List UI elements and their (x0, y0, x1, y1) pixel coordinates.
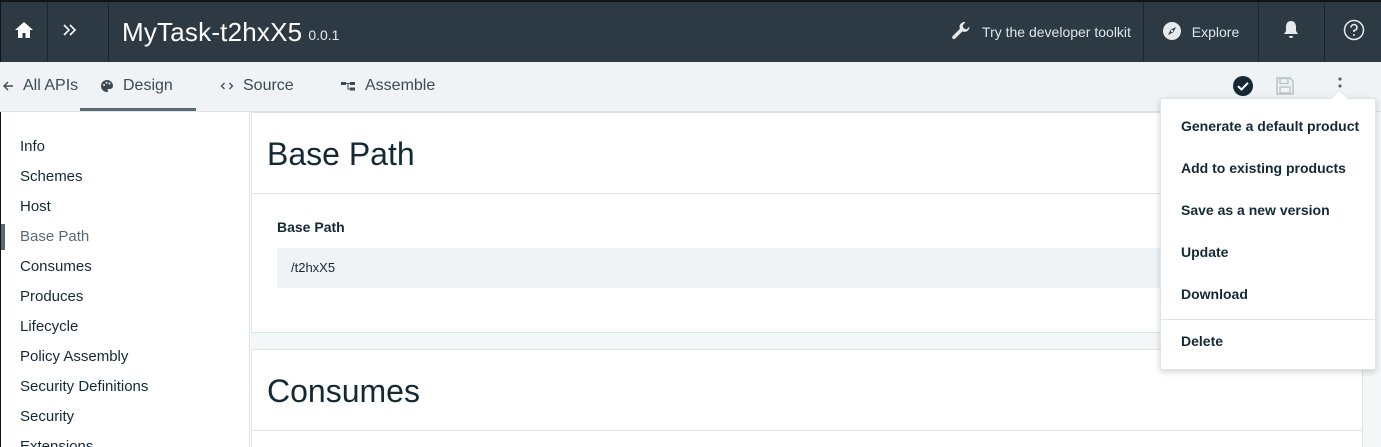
sidebar-item-label: Consumes (20, 258, 92, 275)
compass-icon (1162, 21, 1182, 44)
top-header: MyTask-t2hxX5 0.0.1 Try the developer to… (0, 0, 1381, 62)
menu-item-label: Save as a new version (1181, 202, 1330, 218)
sidebar-item-consumes[interactable]: Consumes (1, 252, 249, 282)
base-path-label: Base Path (277, 219, 345, 235)
bell-icon (1282, 20, 1300, 45)
menu-item-label: Download (1181, 286, 1248, 302)
menu-item-label: Add to existing products (1181, 160, 1346, 176)
sidebar-item-lifecycle[interactable]: Lifecycle (1, 312, 249, 342)
sidebar-item-label: Security Definitions (20, 378, 149, 395)
tab-design[interactable]: Design (80, 62, 196, 111)
home-button[interactable] (1, 2, 46, 62)
home-icon (14, 21, 34, 44)
notifications-button[interactable] (1259, 2, 1323, 62)
sidebar-item-label: Extensions (20, 438, 94, 447)
developer-toolkit-label: Try the developer toolkit (982, 24, 1131, 40)
sidebar-item-produces[interactable]: Produces (1, 282, 249, 312)
tab-source[interactable]: Source (220, 62, 294, 110)
save-button[interactable] (1273, 76, 1297, 100)
menu-item-delete[interactable]: Delete (1161, 320, 1375, 362)
tab-assemble[interactable]: Assemble (340, 62, 435, 110)
sidebar-item-label: Security (20, 408, 75, 425)
expand-nav-button[interactable] (48, 2, 92, 62)
menu-item-generate-default-product[interactable]: Generate a default product (1161, 105, 1375, 147)
tab-source-label: Source (243, 77, 294, 94)
sidebar-item-host[interactable]: Host (1, 192, 249, 222)
sidebar-item-base-path[interactable]: Base Path (1, 222, 249, 252)
palette-icon (100, 79, 114, 93)
code-icon (220, 80, 234, 92)
double-chevron-right-icon (62, 23, 78, 42)
sidebar-item-policy-assembly[interactable]: Policy Assembly (1, 342, 249, 372)
help-button[interactable] (1325, 2, 1381, 62)
explore-link[interactable]: Explore (1144, 2, 1257, 62)
validate-button[interactable] (1231, 75, 1255, 100)
all-apis-link[interactable]: All APIs (2, 62, 78, 110)
app-version: 0.0.1 (308, 27, 340, 43)
developer-toolkit-link[interactable]: Try the developer toolkit (938, 2, 1143, 62)
sidebar-item-label: Lifecycle (20, 318, 79, 335)
app-title: MyTask-t2hxX5 0.0.1 (122, 2, 339, 62)
save-icon (1275, 76, 1295, 101)
sidebar-item-label: Produces (20, 288, 84, 305)
menu-item-save-as-new-version[interactable]: Save as a new version (1161, 189, 1375, 231)
sidebar-item-extensions[interactable]: Extensions (1, 432, 249, 447)
sidebar-item-label: Info (20, 138, 46, 155)
menu-item-label: Generate a default product (1181, 118, 1360, 134)
menu-item-label: Update (1181, 244, 1229, 260)
sidebar-item-security-definitions[interactable]: Security Definitions (1, 372, 249, 402)
app-name: MyTask-t2hxX5 (122, 16, 303, 47)
menu-item-download[interactable]: Download (1161, 273, 1375, 315)
menu-item-label: Delete (1181, 333, 1224, 349)
menu-item-update[interactable]: Update (1161, 231, 1375, 273)
sidebar-item-security[interactable]: Security (1, 402, 249, 432)
tab-design-label: Design (123, 77, 173, 94)
assemble-icon (340, 80, 356, 92)
explore-label: Explore (1191, 24, 1240, 40)
sidebar-item-info[interactable]: Info (1, 132, 249, 162)
arrow-left-icon (2, 80, 14, 92)
sidebar-item-label: Schemes (20, 168, 83, 185)
menu-item-add-to-existing-products[interactable]: Add to existing products (1161, 147, 1375, 189)
help-icon (1343, 19, 1365, 46)
tab-assemble-label: Assemble (365, 77, 436, 94)
sidebar-item-label: Base Path (20, 228, 90, 245)
sidebar-item-label: Policy Assembly (20, 348, 129, 365)
all-apis-label: All APIs (23, 77, 79, 94)
sidebar-item-schemes[interactable]: Schemes (1, 162, 249, 192)
overflow-menu: Generate a default product Add to existi… (1160, 98, 1376, 370)
header-divider (108, 2, 109, 62)
sidebar-item-label: Host (20, 198, 51, 215)
wrench-icon (950, 20, 972, 45)
section-nav: Info Schemes Host Base Path Consumes Pro… (0, 112, 250, 447)
